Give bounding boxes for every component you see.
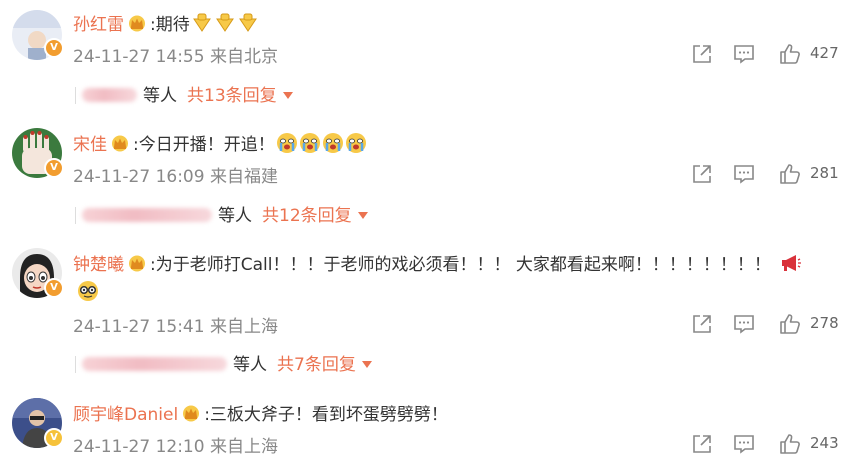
reply-summary[interactable]: 等人 共7条回复 (75, 350, 372, 375)
like-count: 427 (810, 44, 839, 62)
reply-count-link[interactable]: 共12条回复 (262, 206, 352, 226)
share-icon[interactable] (690, 162, 714, 186)
glasses-emoji-icon (77, 280, 99, 302)
timestamp: 24-11-27 14:55 (73, 47, 205, 67)
comment-meta: 24-11-27 14:55 来自北京 (73, 42, 278, 67)
comment-line: 孙红雷 :期待 (73, 10, 259, 35)
username-link[interactable]: 钟楚曦 (73, 255, 124, 275)
share-icon[interactable] (690, 432, 714, 456)
blurred-usernames (82, 357, 227, 371)
comment-text: :期待 (150, 15, 190, 35)
reply-count-link[interactable]: 共13条回复 (187, 86, 277, 106)
location: 来自福建 (209, 167, 278, 187)
username-link[interactable]: 孙红雷 (73, 15, 124, 35)
timestamp: 24-11-27 16:09 (73, 167, 205, 187)
like-count: 278 (810, 314, 839, 332)
timestamp: 24-11-27 12:10 (73, 437, 205, 457)
reply-summary[interactable]: 等人 共13条回复 (75, 81, 293, 106)
chevron-down-icon[interactable] (361, 361, 372, 368)
verified-badge: V (44, 428, 64, 448)
crown-icon (127, 15, 147, 32)
location: 来自北京 (209, 47, 278, 67)
location: 来自上海 (209, 437, 278, 457)
action-bar: 243 (690, 432, 840, 456)
cry-emoji-icon (345, 132, 367, 154)
comment-line: 顾宇峰Daniel :三板大斧子！看到坏蛋劈劈劈！ (73, 400, 448, 425)
like-count: 243 (810, 434, 839, 452)
comment-text: :今日开播！开追！ (133, 135, 275, 155)
blurred-usernames (82, 208, 212, 222)
reply-etc: 等人 (143, 86, 177, 106)
comment-text: :三板大斧子！看到坏蛋劈劈劈！ (204, 405, 448, 425)
location: 来自上海 (209, 317, 278, 337)
share-icon[interactable] (690, 312, 714, 336)
comment-icon[interactable] (732, 432, 756, 456)
crown-icon (181, 405, 201, 422)
crown-icon (127, 255, 147, 272)
reply-summary[interactable]: 等人 共12条回复 (75, 201, 368, 226)
cry-emoji-icon (276, 132, 298, 154)
like-icon[interactable] (778, 432, 802, 456)
comment-icon[interactable] (732, 42, 756, 66)
comment-meta: 24-11-27 16:09 来自福建 (73, 162, 278, 187)
comment-meta: 24-11-27 12:10 来自上海 (73, 432, 278, 457)
like-icon[interactable] (778, 42, 802, 66)
hand-down-icon (214, 12, 236, 34)
verified-badge: V (44, 278, 64, 298)
like-icon[interactable] (778, 162, 802, 186)
comment-icon[interactable] (732, 312, 756, 336)
chevron-down-icon[interactable] (282, 92, 293, 99)
comment-meta: 24-11-27 15:41 来自上海 (73, 312, 278, 337)
cry-emoji-icon (299, 132, 321, 154)
verified-badge: V (44, 38, 64, 58)
action-bar: 427 (690, 42, 840, 66)
like-count: 281 (810, 164, 839, 182)
action-bar: 281 (690, 162, 840, 186)
username-link[interactable]: 宋佳 (73, 135, 107, 155)
cry-emoji-icon (322, 132, 344, 154)
comment-line: 钟楚曦 :为于老师打Call！！！于老师的戏必须看！！！ 大家都看起来啊！！！！！… (73, 250, 801, 275)
divider (75, 356, 76, 373)
divider (75, 87, 76, 104)
hand-down-icon (191, 12, 213, 34)
crown-icon (110, 135, 130, 152)
share-icon[interactable] (690, 42, 714, 66)
timestamp: 24-11-27 15:41 (73, 317, 205, 337)
reply-etc: 等人 (233, 355, 267, 375)
action-bar: 278 (690, 312, 840, 336)
reply-etc: 等人 (218, 206, 252, 226)
blurred-usernames (82, 88, 137, 102)
verified-badge: V (44, 158, 64, 178)
hand-down-icon (237, 12, 259, 34)
comment-icon[interactable] (732, 162, 756, 186)
username-link[interactable]: 顾宇峰Daniel (73, 405, 178, 425)
comment-text: :为于老师打Call！！！于老师的戏必须看！！！ 大家都看起来啊！！！！！！！！ (150, 255, 771, 275)
divider (75, 207, 76, 224)
reply-count-link[interactable]: 共7条回复 (277, 355, 356, 375)
megaphone-icon (779, 252, 801, 274)
chevron-down-icon[interactable] (357, 212, 368, 219)
comment-line: 宋佳 :今日开播！开追！ (73, 130, 367, 155)
like-icon[interactable] (778, 312, 802, 336)
